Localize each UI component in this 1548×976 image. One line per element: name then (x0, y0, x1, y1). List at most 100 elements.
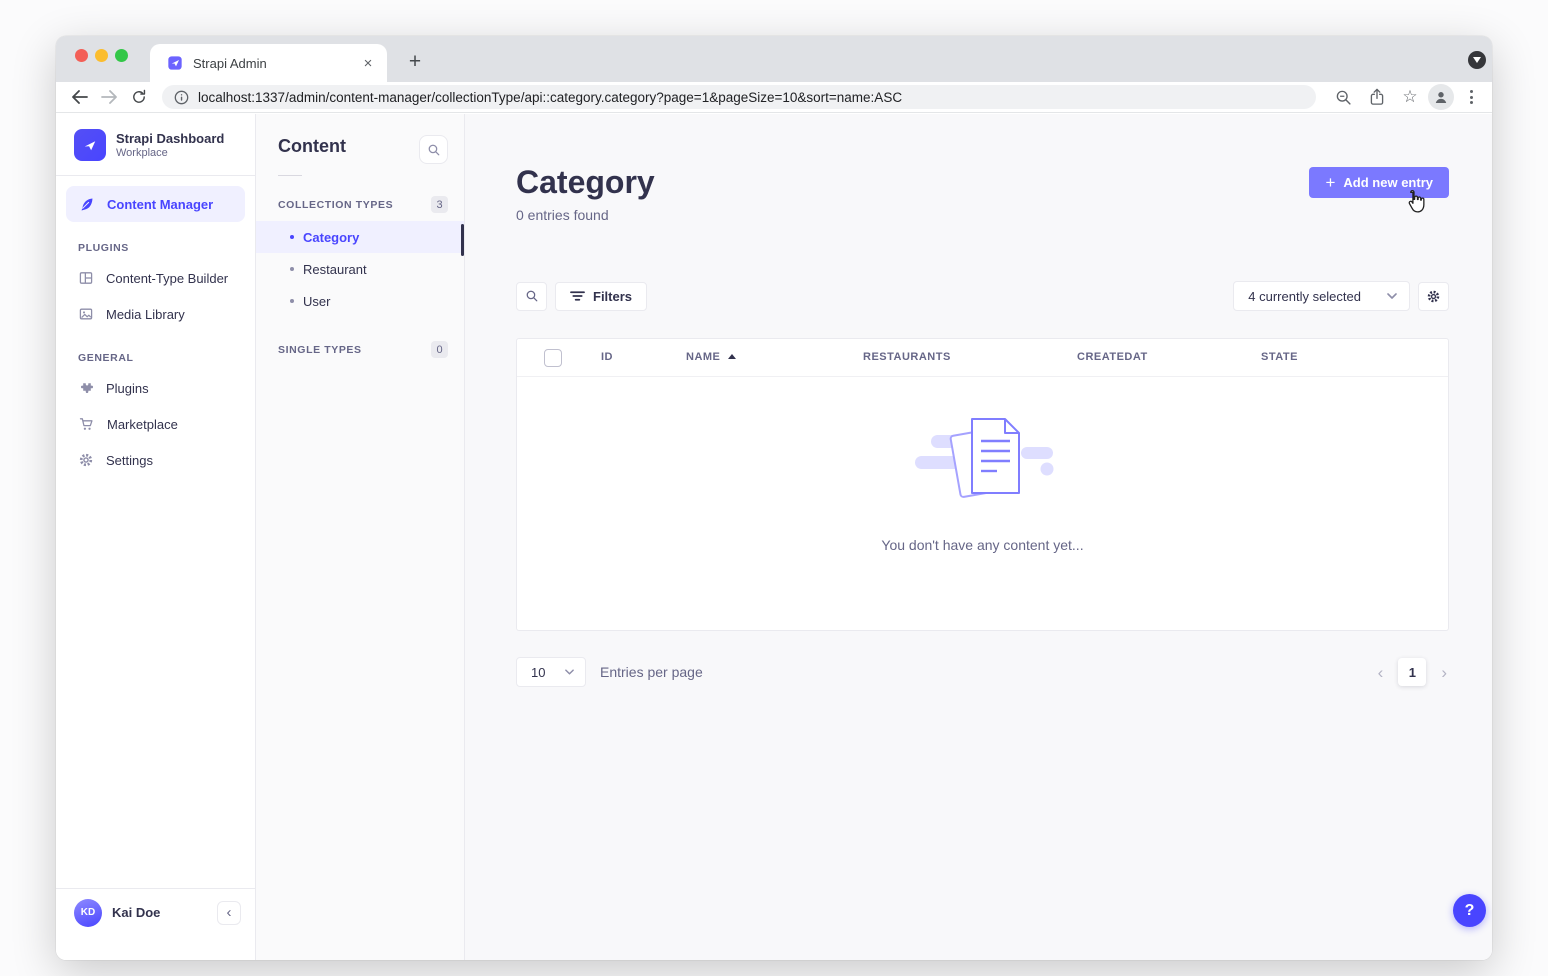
minimize-window-button[interactable] (95, 49, 108, 62)
site-info-icon[interactable] (174, 90, 189, 105)
subnav-item-label: User (303, 294, 330, 309)
entries-table: ID NAME RESTAURANTS CREATEDAT STATE (516, 338, 1449, 631)
reload-button[interactable] (124, 84, 154, 110)
empty-state: You don't have any content yet... (517, 411, 1448, 553)
add-new-entry-label: Add new entry (1343, 175, 1433, 190)
sidebar-item-label: Marketplace (107, 417, 178, 432)
page-title: Category (516, 162, 655, 202)
subnav-item-user[interactable]: User (256, 285, 464, 317)
sidebar-item-marketplace[interactable]: Marketplace (66, 406, 245, 442)
collapse-sidebar-button[interactable]: ‹ (217, 901, 241, 925)
workspace-header[interactable]: Strapi Dashboard Workplace (56, 114, 255, 176)
user-name: Kai Doe (112, 905, 207, 920)
tab-title: Strapi Admin (193, 56, 359, 71)
tab-search-button[interactable] (1468, 51, 1486, 69)
sidebar-section-general: GENERAL (56, 332, 255, 370)
sidebar-item-label: Plugins (106, 381, 149, 396)
sidebar-item-label: Content Manager (107, 197, 213, 212)
empty-documents-illustration (897, 411, 1069, 503)
single-types-header: SINGLE TYPES (278, 344, 362, 356)
plus-icon: + (1325, 174, 1335, 191)
single-types-count-badge: 0 (431, 341, 448, 358)
sidebar-item-label: Media Library (106, 307, 185, 322)
sidebar-item-label: Settings (106, 453, 153, 468)
sort-ascending-icon (728, 354, 736, 359)
image-icon (78, 306, 94, 322)
add-new-entry-button[interactable]: + Add new entry (1309, 167, 1449, 198)
current-page-button[interactable]: 1 (1398, 658, 1426, 686)
table-search-button[interactable] (516, 282, 547, 311)
sidebar-item-content-manager[interactable]: Content Manager (66, 186, 245, 222)
url-text: localhost:1337/admin/content-manager/col… (198, 90, 902, 105)
close-tab-icon[interactable]: × (359, 55, 377, 72)
user-avatar[interactable]: KD (74, 899, 102, 927)
workspace-title: Strapi Dashboard (116, 131, 224, 147)
select-all-checkbox[interactable] (544, 349, 562, 367)
table-header-row: ID NAME RESTAURANTS CREATEDAT STATE (517, 339, 1448, 377)
main-sidebar: Strapi Dashboard Workplace Content Manag… (56, 114, 256, 960)
main-content: Category 0 entries found + Add new entry (465, 114, 1492, 960)
previous-page-button[interactable]: ‹ (1376, 664, 1386, 681)
fields-selected-value: 4 currently selected (1248, 289, 1361, 304)
browser-window: Strapi Admin × + localhost:1337/admin/co… (56, 36, 1492, 960)
entries-per-page-label: Entries per page (600, 664, 703, 680)
sidebar-item-content-type-builder[interactable]: Content-Type Builder (66, 260, 245, 296)
subnav-scrollbar[interactable] (461, 224, 464, 256)
next-page-button[interactable]: › (1439, 664, 1449, 681)
browser-tab-strip: Strapi Admin × + (56, 36, 1492, 82)
column-header-createdat[interactable]: CREATEDAT (1077, 351, 1148, 363)
table-settings-button[interactable] (1418, 282, 1449, 311)
filter-lines-icon (570, 290, 585, 302)
collection-types-header: COLLECTION TYPES (278, 199, 393, 211)
collection-types-count-badge: 3 (431, 196, 448, 213)
content-subnav: Content COLLECTION TYPES 3 Category Rest… (256, 114, 465, 960)
forward-button[interactable] (94, 84, 124, 110)
browser-tab[interactable]: Strapi Admin × (150, 44, 387, 82)
sidebar-item-label: Content-Type Builder (106, 271, 228, 286)
browser-profile-avatar[interactable] (1428, 84, 1454, 110)
sidebar-section-plugins: PLUGINS (56, 222, 255, 260)
empty-state-message: You don't have any content yet... (517, 537, 1448, 553)
entries-count: 0 entries found (516, 207, 655, 223)
fullscreen-window-button[interactable] (115, 49, 128, 62)
workspace-subtitle: Workplace (116, 147, 224, 159)
subnav-search-button[interactable] (419, 135, 448, 164)
column-header-id[interactable]: ID (601, 351, 613, 363)
close-window-button[interactable] (75, 49, 88, 62)
bullet-icon (290, 267, 294, 271)
new-tab-button[interactable]: + (400, 48, 430, 76)
layout-grid-icon (78, 270, 94, 286)
bookmark-star-icon[interactable]: ☆ (1396, 84, 1424, 110)
url-bar[interactable]: localhost:1337/admin/content-manager/col… (162, 85, 1316, 109)
filters-label: Filters (593, 289, 632, 304)
strapi-logo-icon (74, 129, 106, 161)
chevron-down-icon (1387, 293, 1397, 299)
help-button[interactable]: ? (1453, 894, 1486, 927)
chevron-down-icon (565, 669, 574, 675)
user-row: KD Kai Doe ‹ (56, 888, 255, 960)
share-icon[interactable] (1362, 84, 1392, 110)
browser-menu-icon[interactable] (1458, 90, 1484, 104)
sidebar-item-plugins[interactable]: Plugins (66, 370, 245, 406)
gear-icon (78, 452, 94, 468)
strapi-favicon-icon (167, 55, 183, 71)
column-header-state[interactable]: STATE (1261, 351, 1298, 363)
bullet-icon (290, 299, 294, 303)
column-header-name[interactable]: NAME (686, 351, 736, 363)
subnav-item-category[interactable]: Category (256, 221, 464, 253)
sidebar-item-settings[interactable]: Settings (66, 442, 245, 478)
back-button[interactable] (64, 84, 94, 110)
cart-icon (78, 416, 95, 432)
filters-button[interactable]: Filters (555, 282, 647, 311)
column-header-restaurants[interactable]: RESTAURANTS (863, 351, 951, 363)
feather-pen-icon (78, 196, 95, 213)
subnav-item-label: Category (303, 230, 359, 245)
sidebar-item-media-library[interactable]: Media Library (66, 296, 245, 332)
zoom-out-icon[interactable] (1328, 84, 1358, 110)
page-size-dropdown[interactable]: 10 (516, 657, 586, 687)
subnav-item-label: Restaurant (303, 262, 367, 277)
page-size-value: 10 (531, 665, 545, 680)
subnav-item-restaurant[interactable]: Restaurant (256, 253, 464, 285)
fields-selected-dropdown[interactable]: 4 currently selected (1233, 281, 1410, 311)
browser-toolbar: localhost:1337/admin/content-manager/col… (56, 82, 1492, 113)
